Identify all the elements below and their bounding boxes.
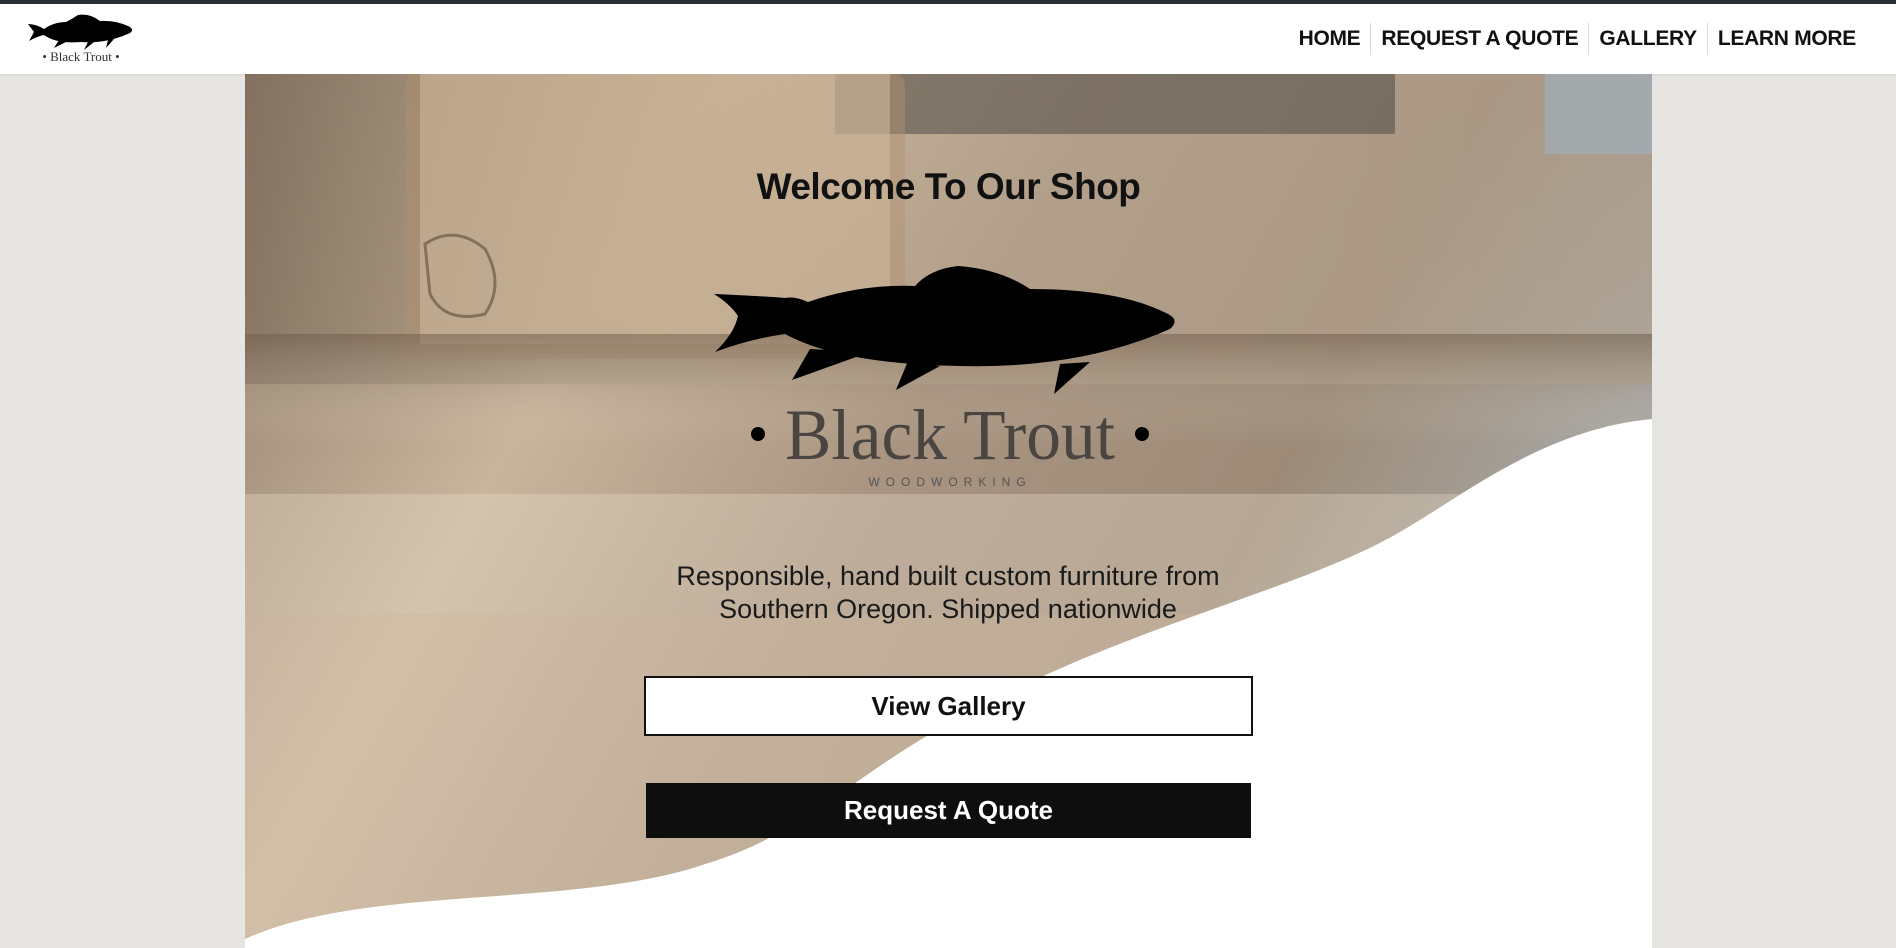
hero-description-line1: Responsible, hand built custom furniture… — [676, 561, 1220, 591]
nav-gallery[interactable]: GALLERY — [1589, 27, 1706, 51]
hero-description: Responsible, hand built custom furniture… — [635, 560, 1261, 626]
logo-wordmark: • Black Trout • — [42, 49, 119, 64]
hero-section: Welcome To Our Shop Black Trout WOODWORK… — [245, 74, 1652, 948]
nav-home[interactable]: HOME — [1289, 27, 1371, 51]
trout-fish-icon — [28, 14, 132, 43]
request-a-quote-button[interactable]: Request A Quote — [646, 783, 1251, 838]
hero-title: Welcome To Our Shop — [756, 166, 1141, 207]
black-trout-logo: Black Trout WOODWORKING — [714, 266, 1175, 489]
logo-bullet — [751, 427, 765, 441]
view-gallery-button[interactable]: View Gallery — [644, 676, 1253, 736]
logo-bullet — [1135, 427, 1149, 441]
hero-description-line2: Southern Oregon. Shipped nationwide — [719, 594, 1177, 624]
main-nav: HOME REQUEST A QUOTE GALLERY LEARN MORE — [1289, 4, 1866, 74]
site-logo[interactable]: • Black Trout • — [26, 10, 136, 68]
site-header: • Black Trout • HOME REQUEST A QUOTE GAL… — [0, 4, 1896, 74]
nav-request-a-quote[interactable]: REQUEST A QUOTE — [1371, 27, 1588, 51]
trout-fish-icon — [714, 266, 1175, 394]
logo-name: Black Trout — [785, 395, 1115, 475]
nav-learn-more[interactable]: LEARN MORE — [1708, 27, 1866, 51]
logo-tagline: WOODWORKING — [868, 475, 1031, 489]
